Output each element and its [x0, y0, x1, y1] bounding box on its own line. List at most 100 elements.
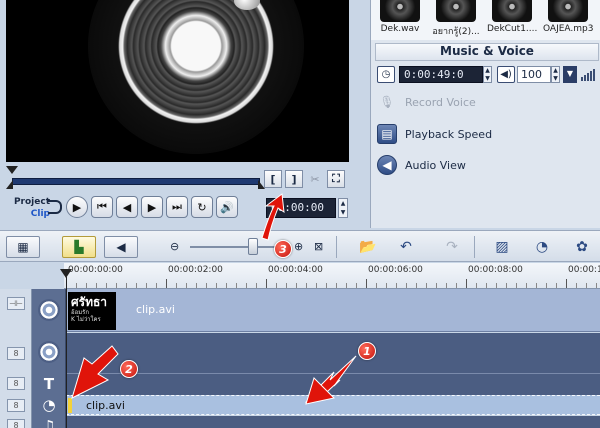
clip-volume-field[interactable]: 100	[517, 66, 551, 83]
preview-timecode[interactable]: 00:00:00	[266, 198, 336, 218]
timeline-view-button[interactable]: ▙	[62, 236, 96, 258]
ruler-tick	[316, 283, 317, 288]
library-item[interactable]: OAJEA.mp3	[543, 0, 593, 40]
ruler-tick	[236, 283, 237, 288]
track-toggle-button[interactable]: 8	[7, 419, 25, 428]
play-button[interactable]: ▶	[66, 196, 88, 218]
library-item[interactable]: Dek.wav	[375, 0, 425, 40]
overlay-track-icon[interactable]	[38, 341, 60, 363]
ruler-tick	[456, 283, 457, 288]
speed-icon: ▤	[377, 124, 397, 144]
ruler-tick	[516, 283, 517, 288]
insert-media-icon[interactable]: 📂	[356, 236, 380, 258]
ruler-tick	[556, 283, 557, 288]
ruler-tick	[296, 283, 297, 288]
ruler-tick	[136, 283, 137, 288]
video-clip-thumbnail[interactable]: ศรัทธา อ้อมรัก K ไม่ว่าใคร	[68, 292, 116, 330]
mode-clip[interactable]: Clip	[10, 208, 50, 220]
ruler-tick	[366, 279, 367, 288]
music-track[interactable]	[66, 416, 600, 428]
duration-field[interactable]: 0:00:49:0	[399, 66, 483, 83]
chapter-point-icon[interactable]: ✿	[570, 236, 594, 258]
library-item[interactable]: อยากรู้(2)...	[431, 0, 481, 40]
ruler-tick	[346, 283, 347, 288]
time-ruler[interactable]: 00:00:00:00 00:00:02:00 00:00:04:00 00:0…	[64, 263, 600, 289]
audio-clip-label[interactable]: clip.avi	[86, 399, 125, 412]
record-voice-button[interactable]: 🎙 Record Voice	[377, 91, 475, 113]
microphone-icon: 🎙	[379, 95, 395, 109]
repeat-button[interactable]: ↻	[191, 196, 213, 218]
title-track-icon[interactable]: T	[38, 373, 60, 395]
ruler-label: 00:00:00:00	[68, 265, 123, 275]
ruler-tick	[86, 283, 87, 288]
zoom-slider-thumb[interactable]	[248, 238, 258, 255]
zoom-in-icon[interactable]: ⊕	[294, 240, 303, 253]
ruler-tick	[536, 283, 537, 288]
audio-view-toolbar-button[interactable]: ◀	[104, 236, 138, 258]
overlay-track[interactable]	[66, 333, 600, 395]
clock-icon: ◷	[377, 66, 395, 83]
library-item-label: OAJEA.mp3	[543, 24, 593, 34]
timecode-spinner[interactable]: ▲ ▼	[338, 198, 348, 218]
music-voice-tab[interactable]: Music & Voice	[375, 43, 599, 61]
ruler-tick	[506, 283, 507, 288]
ruler-tick	[116, 283, 117, 288]
video-clip-label[interactable]: clip.avi	[136, 303, 175, 316]
audio-view-button[interactable]: ◀ Audio View	[377, 154, 466, 176]
ruler-tick	[396, 283, 397, 288]
home-button[interactable]: ⏮	[91, 196, 113, 218]
voice-track-icon[interactable]: ◔	[38, 394, 60, 416]
fit-project-icon[interactable]: ⊠	[314, 240, 323, 253]
track-controls-strip: ⊣⊢ 8 8 8 8	[0, 289, 32, 428]
playback-speed-button[interactable]: ▤ Playback Speed	[377, 123, 492, 145]
mode-project[interactable]: Project	[10, 196, 50, 208]
video-track[interactable]: ศรัทธา อ้อมรัก K ไม่ว่าใคร clip.avi	[66, 289, 600, 332]
volume-spinner[interactable]: ▲ ▼	[551, 66, 560, 83]
volume-dropdown-button[interactable]: ▼	[563, 66, 577, 83]
track-toggle-button[interactable]: 8	[7, 399, 25, 412]
library-item-label: DekCut1....	[487, 24, 537, 34]
library-item-label: Dek.wav	[380, 24, 420, 34]
track-manager-icon[interactable]: ◔	[530, 236, 554, 258]
trim-track[interactable]	[12, 178, 260, 185]
previous-frame-button[interactable]: ◀	[116, 196, 138, 218]
audio-clip-track[interactable]: clip.avi	[66, 395, 600, 415]
playback-speed-label: Playback Speed	[405, 127, 493, 141]
undo-icon[interactable]: ↶	[394, 236, 418, 258]
ruler-tick	[326, 283, 327, 288]
video-track-icon[interactable]	[38, 299, 60, 321]
track-lock-button[interactable]: ⊣⊢	[7, 297, 25, 310]
volume-bars-icon[interactable]	[581, 68, 595, 81]
end-button[interactable]: ⏭	[166, 196, 188, 218]
speaker-image	[88, 0, 304, 154]
audio-thumbnail	[380, 0, 420, 22]
music-track-icon[interactable]: ♫	[38, 415, 60, 428]
track-toggle-button[interactable]: 8	[7, 347, 25, 360]
redo-icon[interactable]: ↷	[440, 236, 464, 258]
thumbnail-title: ศรัทธา	[71, 295, 108, 309]
system-volume-button[interactable]: 🔊	[216, 196, 238, 218]
next-frame-button[interactable]: ▶	[141, 196, 163, 218]
ruler-tick	[476, 283, 477, 288]
library-item-label: อยากรู้(2)...	[432, 27, 480, 37]
track-toggle-button[interactable]: 8	[7, 377, 25, 390]
annotation-badge-two: 2	[120, 360, 138, 378]
scrubber-handle[interactable]	[6, 166, 18, 174]
trim-start-handle[interactable]	[6, 180, 13, 189]
zoom-out-icon[interactable]: ⊖	[170, 240, 179, 253]
duration-spinner[interactable]: ▲ ▼	[483, 66, 492, 83]
speaker-toolbar-icon: ◀	[116, 240, 126, 254]
audio-clip-start-marker[interactable]	[68, 398, 72, 413]
ruler-tick	[256, 283, 257, 288]
ruler-tick	[466, 279, 467, 288]
ruler-tick	[146, 283, 147, 288]
trim-end-handle[interactable]	[258, 180, 265, 189]
transport-controls: ▶ ⏮ ◀ ▶ ⏭ ↻ 🔊	[66, 196, 238, 218]
storyboard-view-button[interactable]: ▦	[6, 236, 40, 258]
smart-proxy-icon[interactable]: ▨	[490, 236, 514, 258]
trim-bar[interactable]	[6, 166, 349, 192]
library-item[interactable]: DekCut1....	[487, 0, 537, 40]
ruler-tick	[576, 283, 577, 288]
timeline: 00:00:00:00 00:00:02:00 00:00:04:00 00:0…	[0, 263, 600, 428]
ruler-tick	[406, 283, 407, 288]
